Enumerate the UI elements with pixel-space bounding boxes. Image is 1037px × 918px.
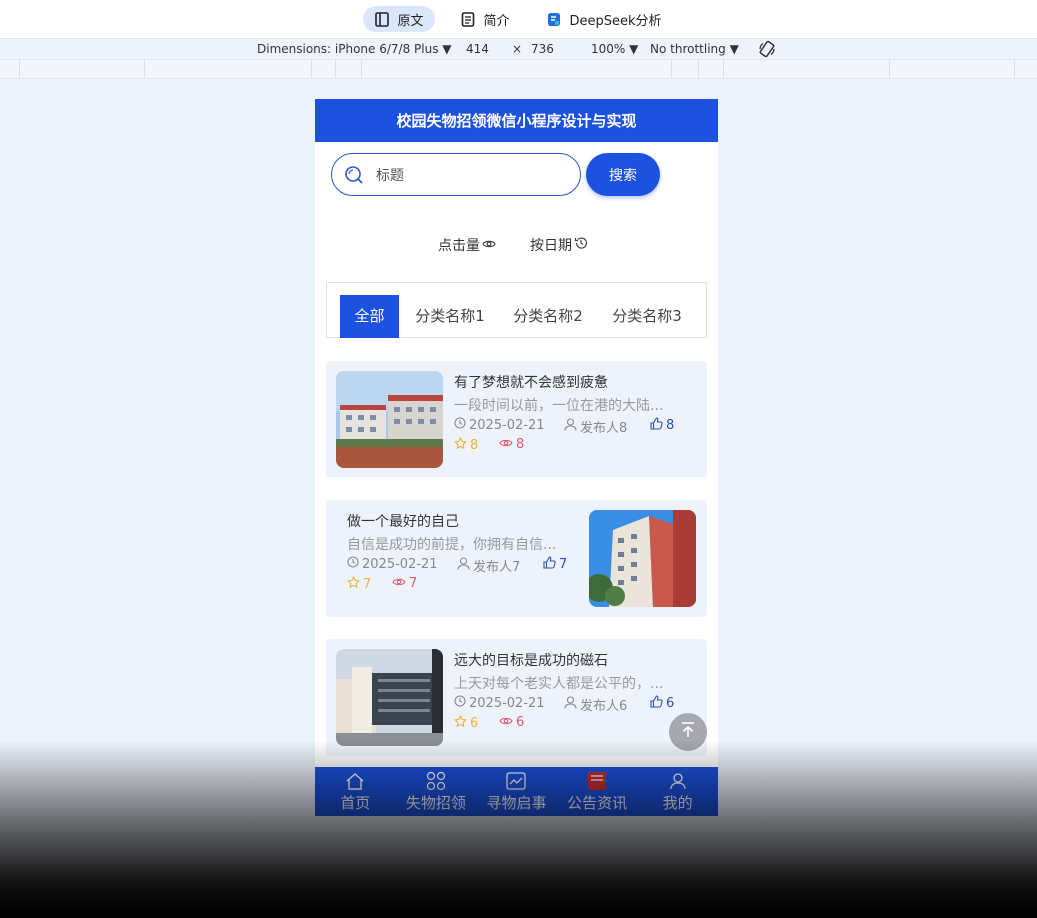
throttling-select[interactable]: No throttling ▼ <box>650 42 739 56</box>
post-views: 8 <box>499 437 524 452</box>
notice-board-icon <box>505 771 527 791</box>
tab-summary[interactable]: 简介 <box>449 6 521 32</box>
tab-category-1[interactable]: 分类名称1 <box>410 295 490 338</box>
post-card[interactable]: 做一个最好的自己 自信是成功的前提，你拥有自信... 2025-02-21 发布… <box>326 500 707 617</box>
search-input[interactable]: 标题 <box>331 153 581 196</box>
rotate-icon[interactable] <box>758 40 776 61</box>
device-toolbar: Dimensions: iPhone 6/7/8 Plus ▼ 414 × 73… <box>0 38 1037 60</box>
book-icon <box>375 11 390 27</box>
thumbs-up-icon <box>543 556 556 573</box>
eye-icon <box>392 576 406 591</box>
tabbar-announcements[interactable]: 公告资讯 <box>557 767 638 816</box>
post-author: 发布人6 <box>564 695 627 714</box>
media-query-ruler <box>0 60 1037 79</box>
page-title: 校园失物招领微信小程序设计与实现 <box>396 112 637 130</box>
clock-icon <box>454 695 466 711</box>
search-icon <box>344 165 364 185</box>
sort-by-date-label: 按日期 <box>530 238 572 254</box>
dimensions-times: × <box>512 42 523 56</box>
top-tab-bar: 原文 简介 DeepSeek分析 <box>0 0 1037 38</box>
tabbar-lost-found[interactable]: 失物招领 <box>396 767 477 816</box>
tab-original-label: 原文 <box>397 13 424 29</box>
post-title: 远大的目标是成功的磁石 <box>454 653 608 669</box>
post-favorites[interactable]: 8 <box>453 436 478 454</box>
post-date: 2025-02-21 <box>454 417 545 433</box>
bottom-tab-bar: 首页 失物招领 寻物启事 公告资讯 我的 <box>315 767 718 816</box>
sort-by-clicks-label: 点击量 <box>438 238 480 254</box>
tabbar-lost-notice[interactable]: 寻物启事 <box>476 767 557 816</box>
device-dimensions-select[interactable]: Dimensions: iPhone 6/7/8 Plus ▼ <box>257 42 452 56</box>
post-favorites[interactable]: 7 <box>346 575 371 593</box>
eye-icon <box>499 437 513 452</box>
arrow-up-icon <box>679 721 697 743</box>
post-description: 一段时间以前，一位在港的大陆... <box>454 398 664 414</box>
grid-icon <box>425 771 447 791</box>
search-button[interactable]: 搜索 <box>586 153 660 196</box>
post-card[interactable]: 有了梦想就不会感到疲惫 一段时间以前，一位在港的大陆... 2025-02-21… <box>326 361 707 478</box>
tab-all[interactable]: 全部 <box>340 295 399 338</box>
post-thumbnail <box>336 371 443 468</box>
post-author: 发布人7 <box>457 556 520 575</box>
user-icon <box>564 418 577 435</box>
star-icon <box>453 714 468 732</box>
thumbs-up-icon <box>650 695 663 712</box>
sort-by-clicks[interactable]: 点击量 <box>438 235 496 255</box>
zoom-select[interactable]: 100% ▼ <box>591 42 638 56</box>
sort-by-date[interactable]: 按日期 <box>530 235 588 255</box>
device-height-input[interactable]: 736 <box>531 42 554 56</box>
post-views: 7 <box>392 576 417 591</box>
post-thumbnail <box>589 510 696 607</box>
news-icon <box>586 771 608 791</box>
star-icon <box>346 575 361 593</box>
post-thumbnail <box>336 649 443 746</box>
eye-icon <box>482 237 496 253</box>
tab-original[interactable]: 原文 <box>363 6 436 32</box>
post-card[interactable]: 远大的目标是成功的磁石 上天对每个老实人都是公平的，... 2025-02-21… <box>326 639 707 756</box>
post-favorites[interactable]: 6 <box>453 714 478 732</box>
home-icon <box>344 771 366 791</box>
tab-category-3[interactable]: 分类名称3 <box>607 295 687 338</box>
search-placeholder: 标题 <box>376 167 404 184</box>
post-views: 6 <box>499 715 524 730</box>
device-width-input[interactable]: 414 <box>466 42 489 56</box>
user-icon <box>667 771 689 791</box>
category-tabs: 全部 分类名称1 分类名称2 分类名称3 <box>326 282 707 338</box>
app-header: 校园失物招领微信小程序设计与实现 <box>315 99 718 142</box>
tab-category-2[interactable]: 分类名称2 <box>508 295 588 338</box>
tabbar-profile[interactable]: 我的 <box>637 767 718 816</box>
eye-icon <box>499 715 513 730</box>
user-icon <box>457 557 470 574</box>
post-description: 自信是成功的前提，你拥有自信... <box>347 537 557 553</box>
tab-deepseek[interactable]: DeepSeek分析 <box>535 6 673 32</box>
deepseek-icon <box>547 12 561 27</box>
post-author: 发布人8 <box>564 417 627 436</box>
back-to-top-button[interactable] <box>669 713 707 751</box>
thumbs-up-icon <box>650 417 663 434</box>
post-title: 做一个最好的自己 <box>347 514 459 530</box>
phone-viewport: 校园失物招领微信小程序设计与实现 标题 搜索 点击量 按日期 全部 分类名称1 … <box>315 99 718 816</box>
tab-summary-label: 简介 <box>483 13 510 29</box>
post-likes[interactable]: 7 <box>543 556 567 573</box>
post-date: 2025-02-21 <box>347 556 438 572</box>
tab-deepseek-label: DeepSeek分析 <box>569 13 662 29</box>
post-date: 2025-02-21 <box>454 695 545 711</box>
post-description: 上天对每个老实人都是公平的，... <box>454 676 664 692</box>
user-icon <box>564 696 577 713</box>
post-likes[interactable]: 6 <box>650 695 674 712</box>
star-icon <box>453 436 468 454</box>
history-icon <box>574 236 588 254</box>
post-title: 有了梦想就不会感到疲惫 <box>454 375 608 391</box>
clock-icon <box>347 556 359 572</box>
document-icon <box>461 11 475 27</box>
clock-icon <box>454 417 466 433</box>
tabbar-home[interactable]: 首页 <box>315 767 396 816</box>
post-likes[interactable]: 8 <box>650 417 674 434</box>
